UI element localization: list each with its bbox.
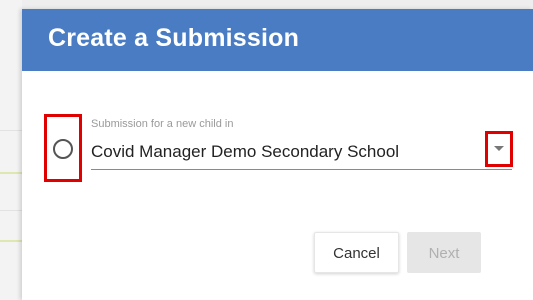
dialog-header: Create a Submission [22,9,533,71]
chevron-down-icon[interactable] [494,146,504,151]
page: Create a Submission Submission for a new… [0,0,533,300]
overlay-top [22,0,533,9]
school-select-underline [91,169,512,170]
background-highlight-row [0,172,22,174]
create-submission-dialog: Create a Submission Submission for a new… [22,9,533,300]
cancel-button[interactable]: Cancel [314,232,399,273]
background-highlight-row [0,240,22,242]
background-divider [0,130,22,131]
background-app-edge [0,0,22,300]
new-child-radio[interactable] [53,139,73,159]
background-divider [0,210,22,211]
school-select[interactable]: Covid Manager Demo Secondary School [91,142,399,162]
dialog-title: Create a Submission [48,24,300,52]
school-select-caption: Submission for a new child in [91,118,234,130]
next-button[interactable]: Next [407,232,481,273]
